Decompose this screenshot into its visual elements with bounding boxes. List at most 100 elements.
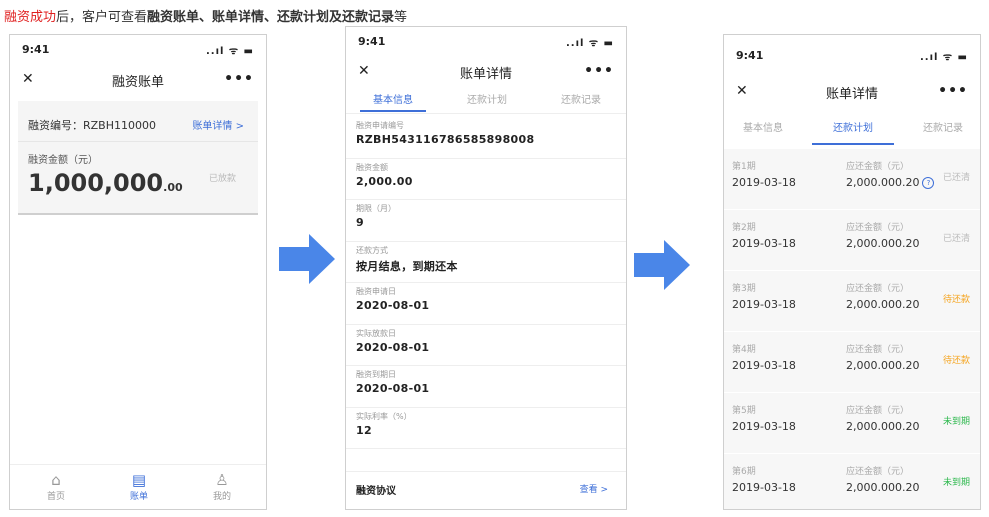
period-label: 第3期 [732, 284, 756, 294]
due-amount-value: 2,000.000.20 [846, 420, 920, 433]
card-divider [18, 141, 258, 142]
plan-row[interactable]: 第4期 2019-03-18 应还金额（元） 2,000.000.20 待还款 [724, 332, 980, 394]
due-date: 2019-03-18 [732, 298, 796, 311]
due-date: 2019-03-18 [732, 481, 796, 494]
bottom-tab-bar: ⌂ 首页 ▤ 账单 ♙ 我的 [10, 464, 266, 509]
bill-detail-link[interactable]: 账单详情 > [192, 117, 244, 132]
signal-wifi-battery-icon: ..ıl ᯤ ▬ [206, 46, 254, 57]
repayment-status: 已还清 [942, 234, 970, 244]
detail-field: 实际放款日 2020-08-01 [346, 324, 626, 366]
arrow-right-icon [634, 240, 690, 290]
more-icon[interactable]: ••• [224, 71, 254, 87]
period-label: 第2期 [732, 223, 756, 233]
due-amount-value: 2,000.000.20 [846, 237, 920, 250]
plan-row[interactable]: 第5期 2019-03-18 应还金额（元） 2,000.000.20 未到期 [724, 393, 980, 455]
field-value: RZBH543116786585898008 [356, 133, 535, 146]
plan-row[interactable]: 第3期 2019-03-18 应还金额（元） 2,000.000.20 待还款 [724, 271, 980, 333]
repayment-status: 待还款 [942, 356, 970, 366]
repayment-status: 未到期 [942, 478, 970, 488]
status-bar: 9:41 ..ıl ᯤ ▬ [10, 43, 266, 63]
finance-card[interactable]: 融资编号：RZBH110000 账单详情 > 融资金额（元） 1,000,000… [18, 101, 258, 215]
tab-repayment-plan[interactable]: 还款计划 [818, 119, 888, 134]
tab-bar: 基本信息 还款计划 还款记录 [346, 91, 626, 114]
due-amount: 2,000.000.20 [846, 481, 919, 494]
tab-bar: 基本信息 还款计划 还款记录 [724, 119, 980, 145]
detail-field: 融资金额 2,000.00 [346, 158, 626, 200]
due-amount: 2,000.000.20 [846, 359, 919, 372]
caption: 融资成功后，客户可查看融资账单、账单详情、还款计划及还款记录等 [4, 6, 407, 25]
repayment-status: 待还款 [942, 295, 970, 305]
arrow-right-icon [279, 234, 335, 284]
info-icon[interactable]: ? [922, 177, 935, 189]
status-bar: 9:41 ..ıl ᯤ ▬ [724, 49, 980, 69]
due-amount-label: 应还金额（元） [846, 162, 910, 172]
home-icon: ⌂ [51, 471, 61, 489]
status-time: 9:41 [736, 49, 764, 62]
field-label: 还款方式 [356, 245, 388, 255]
amount-value: 1,000,000.00 [28, 169, 183, 197]
tab-home[interactable]: ⌂ 首页 [26, 471, 86, 502]
due-date: 2019-03-18 [732, 176, 796, 189]
loan-status: 已放款 [208, 174, 236, 184]
detail-field: 融资申请日 2020-08-01 [346, 282, 626, 325]
tab-bill[interactable]: ▤ 账单 [109, 471, 169, 502]
caption-highlight: 融资成功 [4, 10, 57, 25]
field-value: 2,000.00 [356, 174, 413, 188]
period-label: 第4期 [732, 345, 756, 355]
tab-repayment-record[interactable]: 还款记录 [546, 91, 616, 106]
due-amount-label: 应还金额（元） [846, 467, 910, 477]
more-icon[interactable]: ••• [584, 63, 614, 79]
tab-bill-label: 账单 [129, 492, 148, 502]
tab-indicator [812, 143, 894, 145]
due-amount-label: 应还金额（元） [846, 223, 910, 233]
repayment-status: 已还清 [942, 173, 970, 183]
due-amount: 2,000.000.20 [846, 420, 919, 433]
due-amount-value: 2,000.000.20 [846, 298, 920, 311]
detail-field: 融资申请编号 RZBH543116786585898008 [346, 116, 626, 159]
field-value: 2020-08-01 [356, 299, 430, 312]
phone-finance-bill: 9:41 ..ıl ᯤ ▬ ✕ 融资账单 ••• 融资编号：RZBH110000… [9, 34, 267, 510]
tab-repayment-record[interactable]: 还款记录 [908, 119, 978, 134]
plan-row[interactable]: 第6期 2019-03-18 应还金额（元） 2,000.000.20 未到期 [724, 454, 980, 509]
caption-bold: 融资账单、账单详情、还款计划及还款记录 [147, 10, 395, 25]
due-amount: 2,000.000.20 [846, 298, 919, 311]
plan-row[interactable]: 第2期 2019-03-18 应还金额（元） 2,000.000.20 已还清 [724, 210, 980, 272]
detail-field: 还款方式按月结息，到期还本 [346, 241, 626, 283]
period-label: 第6期 [732, 467, 756, 477]
tab-basic-info[interactable]: 基本信息 [358, 91, 428, 106]
due-amount: 2,000.000.20 [846, 237, 919, 250]
period-label: 第1期 [732, 162, 756, 172]
amount-decimals: .00 [163, 181, 183, 194]
plan-row[interactable]: 第1期 2019-03-18 应还金额（元） 2,000.000.20? 已还清 [724, 149, 980, 211]
field-label: 期限（月） [356, 204, 396, 213]
period-label: 第5期 [732, 406, 756, 416]
agreement-row[interactable]: 融资协议 查看 > [346, 471, 626, 508]
user-icon: ♙ [215, 471, 229, 489]
tab-basic-info[interactable]: 基本信息 [728, 119, 798, 134]
field-value: 按月结息，到期还本 [356, 259, 458, 273]
status-time: 9:41 [358, 35, 386, 48]
tab-mine[interactable]: ♙ 我的 [192, 471, 252, 502]
view-agreement-link[interactable]: 查看 > [580, 482, 608, 495]
nav-bar: ✕ 账单详情 ••• [346, 63, 626, 93]
phone-bill-detail: 9:41 ..ıl ᯤ ▬ ✕ 账单详情 ••• 基本信息 还款计划 还款记录 … [345, 26, 627, 510]
field-value: 12 [356, 423, 372, 437]
status-time: 9:41 [22, 43, 50, 56]
tab-repayment-plan[interactable]: 还款计划 [452, 91, 522, 106]
signal-wifi-battery-icon: ..ıl ᯤ ▬ [920, 52, 968, 63]
detail-field: 融资到期日 2020-08-01 [346, 365, 626, 408]
tab-mine-label: 我的 [212, 492, 231, 502]
finance-number: 融资编号：RZBH110000 [28, 119, 156, 132]
tab-indicator [360, 110, 426, 112]
agreement-label: 融资协议 [356, 486, 396, 497]
repayment-status: 未到期 [942, 417, 970, 427]
due-date: 2019-03-18 [732, 420, 796, 433]
due-date: 2019-03-18 [732, 359, 796, 372]
due-amount-label: 应还金额（元） [846, 406, 910, 416]
amount-integer: 1,000,000 [28, 169, 164, 197]
more-icon[interactable]: ••• [938, 83, 968, 99]
amount-label: 融资金额（元） [28, 155, 98, 166]
field-value: 2020-08-01 [356, 382, 430, 395]
due-amount-label: 应还金额（元） [846, 284, 910, 294]
caption-text: 后，客户可查看 [56, 10, 148, 25]
